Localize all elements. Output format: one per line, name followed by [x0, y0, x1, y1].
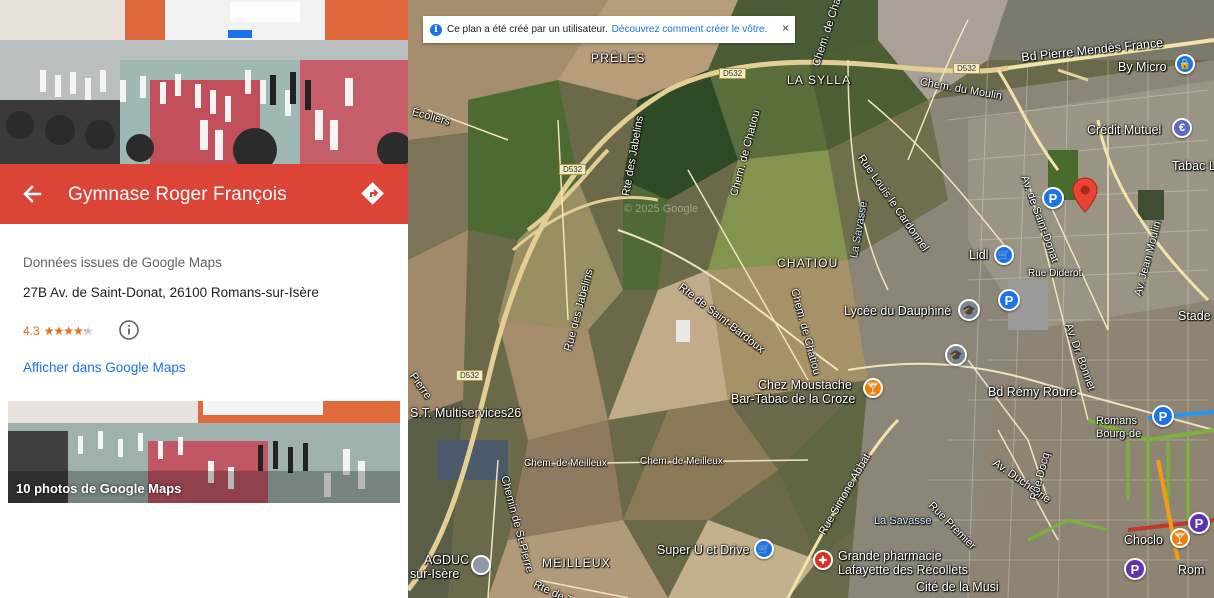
place-header: Gymnase Roger François [0, 164, 408, 224]
info-icon [119, 320, 139, 340]
area-label-meilleux: MEILLEUX [542, 556, 611, 570]
bar-pin[interactable]: 🍸 [863, 378, 883, 398]
photos-label: 10 photos de Google Maps [16, 481, 182, 496]
parking-pin[interactable]: P [998, 289, 1020, 311]
bank-pin[interactable]: € [1172, 118, 1192, 138]
satellite-imagery [408, 0, 1214, 598]
close-icon[interactable]: × [782, 21, 789, 35]
user-map-banner: i Ce plan a été créé par un utilisateur.… [423, 16, 795, 43]
lock-pin[interactable]: 🔒 [1175, 54, 1195, 74]
poi-label-super-u-et-drive: Super U et Drive [657, 543, 750, 557]
pharmacy-pin[interactable]: ✚ [813, 550, 833, 570]
place-panel: Gymnase Roger François Données issues de… [0, 0, 408, 598]
poi-label-by-micro: By Micro [1118, 60, 1167, 74]
parking-pin[interactable]: P [1042, 187, 1064, 209]
poi-label-credit-mutuel: Crédit Mutuel [1087, 123, 1162, 137]
selected-place-pin[interactable] [1072, 177, 1098, 213]
road-shield-d532: D532 [456, 370, 484, 381]
rating-row: 4.3 ★★★★★ ★★★★★ [23, 320, 94, 342]
parking-pin[interactable]: P [1152, 405, 1174, 427]
rating-stars-filled: ★★★★★ [43, 324, 86, 338]
map-marker-icon [1072, 177, 1098, 213]
area-label-bourg-de: Bourg-de [1096, 428, 1142, 440]
view-in-google-maps-link[interactable]: Afficher dans Google Maps [23, 360, 186, 375]
poi-label-bar-tabac-de-la-croze: Bar-Tabac de la Croze [731, 392, 856, 406]
poi-label-agduc: AGDUC [424, 553, 470, 567]
poi-label-choclo: Choclo [1124, 533, 1163, 547]
place-title: Gymnase Roger François [68, 184, 287, 205]
poi-label-sur-isere: sur-Isère [410, 567, 460, 581]
place-hero-photo[interactable] [0, 0, 408, 164]
rating-value: 4.3 [23, 324, 40, 338]
back-button[interactable] [14, 178, 50, 210]
road-label-chem-de-meilleux-1: Chem. de Meilleux [524, 458, 607, 469]
arrow-left-icon [23, 185, 42, 203]
poi-label-cite-de-la-musique: Cité de la Musi [916, 580, 999, 594]
poi-label-st-multiservices26: S.T. Multiservices26 [410, 406, 522, 420]
info-icon: i [430, 23, 442, 36]
directions-icon [361, 182, 384, 205]
parking-pin[interactable]: P [1124, 558, 1146, 580]
banner-text: Ce plan a été créé par un utilisateur. [447, 24, 608, 35]
supermarket-pin[interactable]: 🛒 [754, 539, 774, 559]
area-label-chatiou: CHATIOU [777, 256, 839, 270]
poi-label-lafayette-des-recollets: Lafayette des Récollets [838, 563, 968, 577]
rating-stars: ★★★★★ ★★★★★ [43, 324, 94, 338]
map-watermark: © 2025 Google [624, 203, 699, 215]
school-pin[interactable]: 🎓 [945, 344, 967, 366]
poi-pin[interactable] [471, 555, 491, 575]
road-shield-d532: D532 [559, 164, 587, 175]
poi-label-stade: Stade M [1178, 309, 1214, 323]
school-pin[interactable]: 🎓 [958, 299, 980, 321]
satellite-map[interactable]: © 2025 Google D532 D532 D532 D532 PRÊLES… [408, 0, 1214, 598]
photos-thumbnail[interactable]: 10 photos de Google Maps [8, 401, 400, 503]
parking-pin[interactable]: P [1188, 512, 1210, 534]
poi-label-chez-moustache: Chez Moustache [758, 378, 852, 392]
lidl-pin[interactable]: 🛒 [994, 245, 1014, 265]
poi-label-lidl: Lidl [969, 248, 989, 262]
poi-label-lycee-du-dauphine: Lycée du Dauphiné [844, 304, 952, 318]
road-shield-d532: D532 [953, 63, 981, 74]
banner-learn-more-link[interactable]: Découvrez comment créer le vôtre. [612, 24, 768, 35]
road-shield-d532: D532 [719, 68, 747, 79]
info-button[interactable] [118, 319, 140, 341]
road-label-bd-remy-roure: Bd Rémy Roure [988, 385, 1077, 399]
road-label-rue-diderot: Rue Diderot [1028, 268, 1082, 279]
road-label-chem-de-meilleux-2: Chem. de Meilleux [640, 456, 723, 467]
data-source-text: Données issues de Google Maps [23, 255, 222, 270]
area-label-la-savasse: La Savasse [874, 515, 932, 527]
app-root: Gymnase Roger François Données issues de… [0, 0, 1214, 598]
area-label-la-sylla: LA SYLLA [787, 73, 852, 87]
place-address: 27B Av. de Saint-Donat, 26100 Romans-sur… [23, 285, 319, 300]
restaurant-pin[interactable]: 🍸 [1170, 528, 1190, 548]
area-label-preles: PRÊLES [591, 51, 646, 65]
poi-label-grande-pharmacie: Grande pharmacie [838, 549, 942, 563]
poi-label-tabac: Tabac Les [1172, 159, 1214, 173]
directions-button[interactable] [356, 178, 392, 210]
area-label-rom: Rom [1178, 563, 1205, 577]
area-label-romans: Romans [1096, 415, 1137, 427]
